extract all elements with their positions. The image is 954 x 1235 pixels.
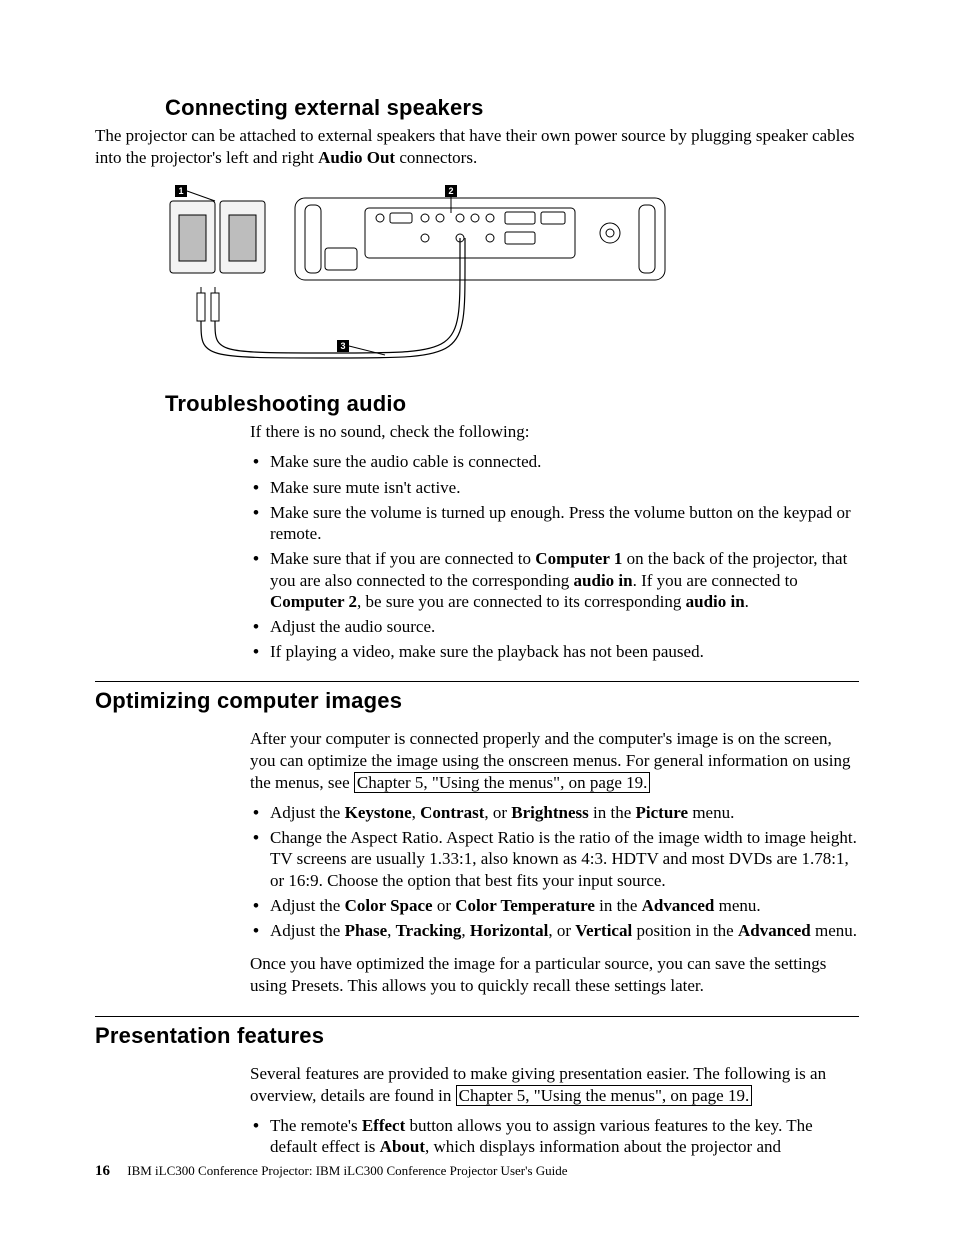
section-presentation-features: Presentation features Several features a… (95, 1023, 859, 1158)
callout-3: 3 (340, 341, 345, 351)
text: , (387, 921, 396, 940)
document-page: Connecting external speakers The project… (0, 0, 954, 1235)
para-connecting-speakers: The projector can be attached to externa… (95, 125, 859, 169)
text: menu. (688, 803, 734, 822)
footer-text: IBM iLC300 Conference Projector: IBM iLC… (127, 1163, 567, 1178)
para-optimize-outro: Once you have optimized the image for a … (250, 953, 859, 997)
list-item: The remote's Effect button allows you to… (250, 1115, 859, 1158)
para-troubleshoot-intro: If there is no sound, check the followin… (250, 421, 859, 443)
text: , or (484, 803, 511, 822)
bold-audioin: audio in (574, 571, 633, 590)
callout-2: 2 (448, 186, 453, 196)
bold-horizontal: Horizontal (470, 921, 548, 940)
section-optimizing-images: Optimizing computer images After your co… (95, 688, 859, 998)
callout-1: 1 (178, 186, 183, 196)
text: , (412, 803, 421, 822)
text: in the (595, 896, 642, 915)
section-connecting-speakers: Connecting external speakers The project… (95, 95, 859, 373)
list-item: Make sure the audio cable is connected. (250, 451, 859, 472)
heading-troubleshooting-audio: Troubleshooting audio (165, 391, 859, 417)
bold-effect: Effect (362, 1116, 405, 1135)
text: , which displays information about the p… (425, 1137, 781, 1156)
list-item: Adjust the Color Space or Color Temperat… (250, 895, 859, 916)
bold-computer1: Computer 1 (535, 549, 622, 568)
text: . (745, 592, 749, 611)
bold-picture: Picture (636, 803, 689, 822)
text: , (461, 921, 470, 940)
para-presentation-intro: Several features are provided to make gi… (250, 1063, 859, 1107)
list-item: Adjust the Keystone, Contrast, or Bright… (250, 802, 859, 823)
text: position in the (632, 921, 738, 940)
text: connectors. (395, 148, 477, 167)
list-item: Make sure mute isn't active. (250, 477, 859, 498)
bold-tracking: Tracking (396, 921, 462, 940)
diagram-svg: 1 2 3 (165, 183, 675, 373)
bold-computer2: Computer 2 (270, 592, 357, 611)
optimize-list: Adjust the Keystone, Contrast, or Bright… (250, 802, 859, 942)
bold-phase: Phase (345, 921, 388, 940)
bold-vertical: Vertical (575, 921, 632, 940)
text: , be sure you are connected to its corre… (357, 592, 686, 611)
page-footer: 16 IBM iLC300 Conference Projector: IBM … (95, 1163, 568, 1180)
bold-advanced2: Advanced (738, 921, 811, 940)
list-item: Adjust the Phase, Tracking, Horizontal, … (250, 920, 859, 941)
bold-audio-out: Audio Out (318, 148, 395, 167)
text: in the (589, 803, 636, 822)
section-troubleshooting-audio: Troubleshooting audio If there is no sou… (95, 391, 859, 662)
text: Adjust the (270, 921, 345, 940)
text: Adjust the (270, 803, 345, 822)
figure-speaker-connection: 1 2 3 (165, 183, 675, 373)
link-chapter5-a[interactable]: Chapter 5, "Using the menus", on page 19… (354, 772, 651, 793)
list-item: Change the Aspect Ratio. Aspect Ratio is… (250, 827, 859, 891)
list-item: Make sure the volume is turned up enough… (250, 502, 859, 545)
list-item: Make sure that if you are connected to C… (250, 548, 859, 612)
bold-audioin2: audio in (686, 592, 745, 611)
heading-optimizing-images: Optimizing computer images (95, 688, 859, 714)
heading-connecting-speakers: Connecting external speakers (165, 95, 859, 121)
section-rule (95, 681, 859, 682)
bold-contrast: Contrast (420, 803, 484, 822)
bold-colortemp: Color Temperature (455, 896, 595, 915)
para-optimize-intro: After your computer is connected properl… (250, 728, 859, 794)
list-item: If playing a video, make sure the playba… (250, 641, 859, 662)
heading-presentation-features: Presentation features (95, 1023, 859, 1049)
text: Make sure that if you are connected to (270, 549, 535, 568)
text: . If you are connected to (633, 571, 798, 590)
text: Adjust the (270, 896, 345, 915)
presentation-list: The remote's Effect button allows you to… (250, 1115, 859, 1158)
bold-brightness: Brightness (511, 803, 588, 822)
bold-advanced: Advanced (642, 896, 715, 915)
page-number: 16 (95, 1163, 110, 1179)
text: or (433, 896, 456, 915)
text: menu. (714, 896, 760, 915)
link-chapter5-b[interactable]: Chapter 5, "Using the menus", on page 19… (456, 1085, 753, 1106)
section-rule (95, 1016, 859, 1017)
text: The remote's (270, 1116, 362, 1135)
bold-about: About (380, 1137, 425, 1156)
bold-keystone: Keystone (345, 803, 412, 822)
text: , or (548, 921, 575, 940)
troubleshoot-list: Make sure the audio cable is connected. … (250, 451, 859, 662)
list-item: Adjust the audio source. (250, 616, 859, 637)
bold-colorspace: Color Space (345, 896, 433, 915)
text: menu. (811, 921, 857, 940)
